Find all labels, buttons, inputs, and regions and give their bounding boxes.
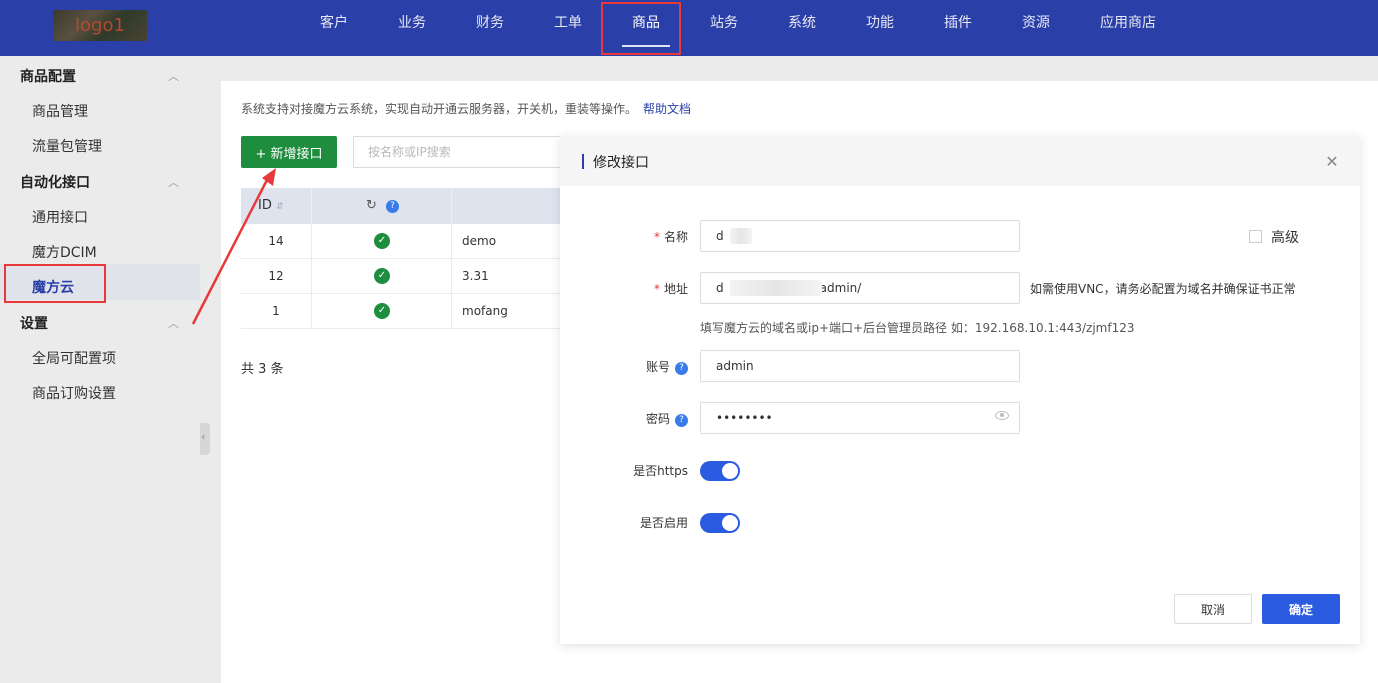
help-icon[interactable]: ?	[675, 414, 688, 427]
page-description: 系统支持对接魔方云系统，实现自动开通云服务器，开关机，重装等操作。 帮助文档	[241, 100, 691, 117]
sidebar-active-background	[0, 264, 200, 300]
check-circle-icon: ✓	[374, 268, 390, 284]
account-label-text: 账号	[645, 360, 670, 374]
sidebar: 商品配置 ︿ 商品管理 流量包管理 自动化接口 ︿ 通用接口 魔方DCIM 魔方…	[0, 56, 200, 683]
sidebar-item-product-management[interactable]: 商品管理	[32, 101, 88, 121]
table-header: ID ⇵ ↻ ?	[241, 188, 561, 224]
nav-item-customers[interactable]: 客户	[318, 0, 350, 48]
column-header-id[interactable]: ID ⇵	[258, 188, 284, 224]
logo[interactable]: logo1	[53, 10, 147, 41]
edit-interface-dialog: 修改接口 ✕ *名称 高级 *地址 d/admin/ 如需使用VNC，请务必配置…	[560, 136, 1360, 644]
address-prefix: d	[716, 281, 724, 295]
eye-icon[interactable]	[995, 411, 1009, 420]
sidebar-group-product-config[interactable]: 商品配置	[20, 66, 76, 86]
help-docs-link[interactable]: 帮助文档	[643, 102, 691, 116]
sidebar-item-global-config[interactable]: 全局可配置项	[32, 348, 116, 368]
sidebar-item-traffic-package[interactable]: 流量包管理	[32, 136, 102, 156]
column-divider	[311, 188, 312, 224]
password-label-text: 密码	[645, 412, 670, 426]
sidebar-item-generic-interface[interactable]: 通用接口	[32, 207, 88, 227]
confirm-button[interactable]: 确定	[1262, 594, 1340, 624]
nav-item-site[interactable]: 站务	[708, 0, 740, 48]
sidebar-item-order-settings[interactable]: 商品订购设置	[32, 383, 116, 403]
search-input[interactable]	[353, 136, 561, 168]
https-toggle[interactable]	[700, 461, 740, 481]
row-id: 1	[272, 304, 280, 318]
nav-item-features[interactable]: 功能	[864, 0, 896, 48]
advanced-label[interactable]: 高级	[1271, 227, 1299, 247]
row-name: mofang	[462, 304, 508, 318]
table-row[interactable]: 14 ✓ demo	[241, 224, 561, 259]
redaction-blur	[730, 280, 822, 296]
column-divider	[451, 188, 452, 224]
table-row[interactable]: 12 ✓ 3.31	[241, 259, 561, 294]
redaction-blur	[730, 228, 752, 244]
nav-item-business[interactable]: 业务	[396, 0, 428, 48]
column-divider	[451, 259, 452, 294]
nav-item-products[interactable]: 商品	[630, 0, 662, 48]
check-circle-icon: ✓	[374, 303, 390, 319]
nav-item-resources[interactable]: 资源	[1020, 0, 1052, 48]
enabled-label: 是否启用	[639, 516, 688, 530]
top-navbar: logo1 客户 业务 财务 工单 商品 站务 系统 功能 插件 资源 应用商店	[0, 0, 1378, 56]
column-divider	[451, 224, 452, 259]
close-icon[interactable]: ✕	[1324, 154, 1340, 170]
column-header-status: ↻ ?	[366, 188, 400, 224]
enabled-toggle[interactable]	[700, 513, 740, 533]
password-input[interactable]	[700, 402, 1020, 434]
row-name: demo	[462, 234, 497, 248]
help-icon[interactable]: ?	[386, 200, 400, 213]
description-text: 系统支持对接魔方云系统，实现自动开通云服务器，开关机，重装等操作。	[241, 102, 638, 116]
column-divider	[451, 294, 452, 329]
required-mark: *	[653, 282, 660, 296]
address-suffix: /admin/	[815, 281, 862, 295]
cancel-button[interactable]: 取消	[1174, 594, 1252, 624]
nav-item-plugins[interactable]: 插件	[942, 0, 974, 48]
dialog-header: 修改接口 ✕	[560, 136, 1360, 186]
column-header-id-label: ID	[258, 198, 272, 213]
account-input[interactable]	[700, 350, 1020, 382]
sort-icon[interactable]: ⇵	[276, 202, 284, 212]
check-circle-icon: ✓	[374, 233, 390, 249]
column-divider	[311, 294, 312, 329]
chevron-up-icon[interactable]: ︿	[168, 68, 179, 84]
row-name: 3.31	[462, 269, 489, 283]
nav-item-finance[interactable]: 财务	[474, 0, 506, 48]
address-label-text: 地址	[663, 282, 688, 296]
dialog-title: 修改接口	[593, 155, 649, 171]
advanced-checkbox[interactable]	[1249, 230, 1262, 243]
help-icon[interactable]: ?	[675, 362, 688, 375]
name-label-text: 名称	[663, 230, 688, 244]
address-label: * 地址	[620, 280, 688, 297]
name-label: * 名称	[620, 228, 688, 245]
address-format-hint: 填写魔方云的域名或ip+端口+后台管理员路径 如：192.168.10.1:44…	[700, 321, 1135, 335]
refresh-icon[interactable]: ↻	[366, 198, 377, 213]
chevron-up-icon[interactable]: ︿	[168, 174, 179, 190]
nav-item-system[interactable]: 系统	[786, 0, 818, 48]
sidebar-group-automation[interactable]: 自动化接口	[20, 172, 90, 192]
row-id: 12	[268, 269, 284, 283]
password-label: 密码?	[620, 410, 688, 427]
table-row[interactable]: 1 ✓ mofang	[241, 294, 561, 329]
total-count: 共 3 条	[241, 362, 284, 377]
nav-item-app-store[interactable]: 应用商店	[1098, 0, 1158, 48]
address-vnc-hint: 如需使用VNC，请务必配置为域名并确保证书正常	[1030, 282, 1296, 296]
sidebar-collapse-handle[interactable]	[200, 423, 210, 455]
row-id: 14	[268, 234, 284, 248]
account-label: 账号?	[620, 358, 688, 375]
chevron-up-icon[interactable]: ︿	[168, 315, 179, 331]
sidebar-item-mofang-cloud[interactable]: 魔方云	[32, 277, 74, 297]
sidebar-item-mofang-dcim[interactable]: 魔方DCIM	[32, 242, 97, 262]
title-accent-bar	[582, 154, 584, 169]
sidebar-group-settings[interactable]: 设置	[20, 313, 48, 333]
column-divider	[311, 259, 312, 294]
nav-active-underline	[622, 45, 670, 47]
column-divider	[311, 224, 312, 259]
required-mark: *	[653, 230, 660, 244]
add-interface-button[interactable]: + 新增接口	[241, 136, 337, 168]
https-label: 是否https	[633, 464, 688, 478]
nav-item-tickets[interactable]: 工单	[552, 0, 584, 48]
